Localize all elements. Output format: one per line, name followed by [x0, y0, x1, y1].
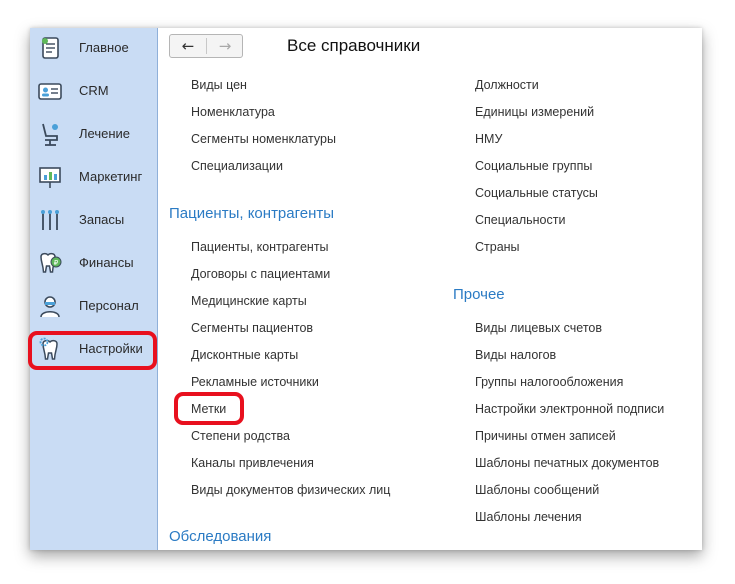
tooth-gear-icon — [39, 337, 58, 360]
dental-chair-icon — [42, 123, 58, 146]
link-tax-groups[interactable]: Группы налогообложения — [475, 375, 623, 389]
sidebar-item-inventory[interactable]: Запасы — [30, 202, 157, 238]
link-specialties[interactable]: Специальности — [475, 213, 565, 227]
section-patients: Пациенты, контрагенты — [169, 205, 335, 222]
link-specializations[interactable]: Специализации — [191, 159, 283, 173]
back-button[interactable]: ← — [170, 35, 206, 57]
sidebar-item-label: Главное — [79, 40, 129, 55]
link-positions[interactable]: Должности — [475, 78, 539, 92]
sidebar-item-staff[interactable]: Персонал — [30, 288, 157, 324]
svg-text:₽: ₽ — [54, 259, 59, 267]
dental-tools-icon — [41, 210, 59, 230]
sidebar-item-home[interactable]: Главное — [30, 30, 157, 66]
link-social-groups[interactable]: Социальные группы — [475, 159, 592, 173]
sidebar-item-label: Запасы — [79, 212, 125, 227]
arrow-right-icon: → — [218, 37, 232, 55]
link-price-types[interactable]: Виды цен — [191, 78, 247, 92]
link-medical-cards[interactable]: Медицинские карты — [191, 294, 307, 308]
id-card-icon — [38, 83, 62, 100]
link-kinship-degrees[interactable]: Степени родства — [191, 429, 290, 443]
presentation-icon — [39, 167, 61, 188]
link-patients-counterparties[interactable]: Пациенты, контрагенты — [191, 240, 329, 254]
sidebar-item-marketing[interactable]: Маркетинг — [30, 159, 157, 195]
link-social-statuses[interactable]: Социальные статусы — [475, 186, 598, 200]
link-cancellation-reasons[interactable]: Причины отмен записей — [475, 429, 616, 443]
sidebar-item-treatment[interactable]: Лечение — [30, 116, 157, 152]
doctor-icon — [40, 296, 60, 318]
link-countries[interactable]: Страны — [475, 240, 520, 254]
sidebar-item-label: Настройки — [79, 341, 143, 356]
sidebar-item-label: CRM — [79, 83, 109, 98]
link-message-templates[interactable]: Шаблоны сообщений — [475, 483, 599, 497]
link-treatment-templates[interactable]: Шаблоны лечения — [475, 510, 582, 524]
link-tags[interactable]: Метки — [191, 402, 226, 416]
link-id-document-types[interactable]: Виды документов физических лиц — [191, 483, 390, 497]
sidebar-item-settings[interactable]: Настройки — [30, 331, 157, 367]
section-other: Прочее — [453, 286, 505, 303]
sidebar: Главное CRM Лечение Маркетинг Запасы ₽ Ф… — [30, 28, 158, 550]
sidebar-item-label: Персонал — [79, 298, 139, 313]
link-patient-segments[interactable]: Сегменты пациентов — [191, 321, 313, 335]
link-acquisition-channels[interactable]: Каналы привлечения — [191, 456, 314, 470]
page-title: Все справочники — [287, 36, 421, 55]
link-nmu[interactable]: НМУ — [475, 132, 502, 146]
link-e-signature-settings[interactable]: Настройки электронной подписи — [475, 402, 664, 416]
link-discount-cards[interactable]: Дисконтные карты — [191, 348, 298, 362]
link-nomenclature[interactable]: Номенклатура — [191, 105, 275, 119]
sidebar-item-finance[interactable]: ₽ Финансы — [30, 245, 157, 281]
arrow-left-icon: ← — [181, 37, 195, 55]
tooth-coin-icon: ₽ — [40, 252, 62, 273]
link-tax-types[interactable]: Виды налогов — [475, 348, 556, 362]
link-print-templates[interactable]: Шаблоны печатных документов — [475, 456, 659, 470]
sidebar-item-label: Маркетинг — [79, 169, 143, 184]
link-nomenclature-segments[interactable]: Сегменты номенклатуры — [191, 132, 336, 146]
link-ad-sources[interactable]: Рекламные источники — [191, 375, 319, 389]
forward-button[interactable]: → — [207, 35, 243, 57]
home-icon — [42, 37, 59, 59]
navigation-buttons: ← → — [169, 34, 243, 58]
sidebar-item-crm[interactable]: CRM — [30, 73, 157, 109]
sidebar-item-label: Лечение — [79, 126, 131, 141]
link-account-types[interactable]: Виды лицевых счетов — [475, 321, 602, 335]
link-units[interactable]: Единицы измерений — [475, 105, 594, 119]
sidebar-item-label: Финансы — [79, 255, 134, 270]
section-examinations: Обследования — [169, 528, 272, 545]
link-patient-contracts[interactable]: Договоры с пациентами — [191, 267, 330, 281]
app-window: Главное CRM Лечение Маркетинг Запасы ₽ Ф… — [30, 28, 702, 550]
